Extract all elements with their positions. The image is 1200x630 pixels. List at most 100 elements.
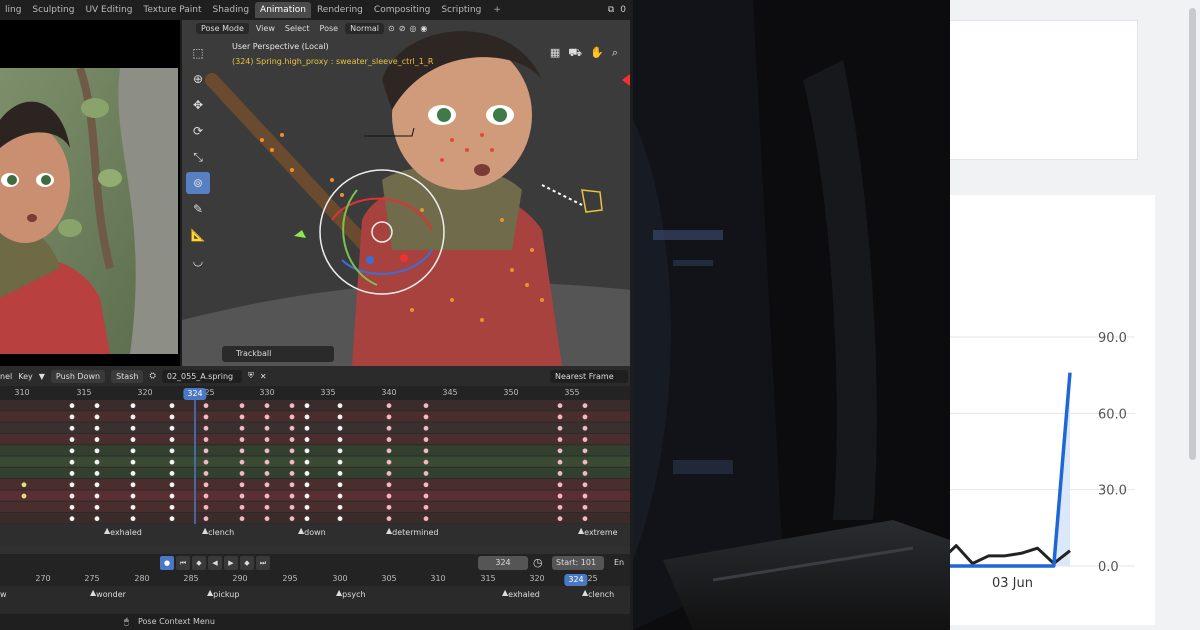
keyframe: [94, 425, 100, 431]
y-tick-label: 30.0: [1098, 484, 1127, 499]
keyframe: [582, 414, 588, 420]
keyframe: [94, 437, 100, 442]
keyframe: [264, 414, 270, 420]
3d-viewport[interactable]: Pose Mode View Select Pose Normal ⊙ ⊘ ◎ …: [180, 20, 630, 366]
record-icon[interactable]: ●: [160, 556, 174, 570]
interaction-mode-dropdown[interactable]: Pose Mode: [196, 22, 249, 34]
marker-exhaled[interactable]: ▲ exhaled: [104, 526, 142, 537]
keyframe: [304, 403, 310, 409]
keyframe: [94, 482, 100, 488]
tab-uv-editing[interactable]: UV Editing: [80, 2, 137, 18]
marker-clench[interactable]: ▲ clench: [582, 588, 614, 599]
scene-icon[interactable]: ⧉: [608, 5, 614, 15]
jump-start-icon[interactable]: ⏮: [176, 556, 190, 570]
zoom-icon[interactable]: ⌕: [612, 46, 618, 61]
rotate-tool-icon[interactable]: ⟳: [186, 120, 210, 142]
scrollbar-thumb[interactable]: [1189, 8, 1196, 460]
current-frame-indicator[interactable]: 324: [183, 388, 207, 400]
tab-layout[interactable]: ling: [0, 2, 26, 18]
tab-scripting[interactable]: Scripting: [436, 2, 486, 18]
timeline-current-frame-indicator[interactable]: 324: [564, 574, 588, 586]
keyframe: [69, 437, 75, 442]
measure-tool-icon[interactable]: 📐: [186, 224, 210, 246]
grid-view-icon[interactable]: ▦: [550, 46, 560, 61]
tab-rendering[interactable]: Rendering: [312, 2, 368, 18]
marker-psych[interactable]: ▲ psych: [336, 588, 366, 599]
viewport-perspective-label: User Perspective (Local): [232, 42, 329, 51]
fake-user-icon[interactable]: ⛨: [248, 371, 254, 381]
prev-key-icon[interactable]: ◆: [192, 556, 206, 570]
scene-name-label[interactable]: 0: [620, 5, 626, 15]
add-workspace-button[interactable]: +: [487, 5, 507, 15]
tab-shading[interactable]: Shading: [207, 2, 254, 18]
marker-determined[interactable]: ▲ determined: [386, 526, 438, 537]
scale-tool-icon[interactable]: ⤡: [186, 146, 210, 168]
viewport-active-object-label: (324) Spring.high_proxy : sweater_sleeve…: [232, 57, 434, 66]
keyframe-tracks[interactable]: [0, 400, 630, 524]
marker-clench[interactable]: ▲ clench: [202, 526, 234, 537]
overlay-icon[interactable]: ◉: [420, 24, 427, 33]
proportional-icon[interactable]: ◎: [409, 24, 416, 33]
filter-dropdown-icon[interactable]: ▼: [39, 372, 45, 381]
marker-label: clench: [588, 590, 615, 599]
current-frame-field[interactable]: 324: [478, 556, 528, 570]
action-browse-icon[interactable]: ⛭: [149, 371, 155, 381]
view-menu[interactable]: View: [253, 24, 278, 33]
tab-sculpting[interactable]: Sculpting: [27, 2, 79, 18]
play-icon[interactable]: ▶: [224, 556, 238, 570]
next-key-icon[interactable]: ◆: [240, 556, 254, 570]
transform-tool-icon[interactable]: ⊚: [186, 172, 210, 194]
keyframe: [304, 471, 310, 476]
select-menu[interactable]: Select: [282, 24, 313, 33]
play-reverse-icon[interactable]: ◀: [208, 556, 222, 570]
tab-compositing[interactable]: Compositing: [369, 2, 435, 18]
action-name-field[interactable]: 02_055_A.spring: [161, 369, 242, 383]
unlink-action-icon[interactable]: ✕: [260, 372, 267, 381]
push-down-button[interactable]: Push Down: [50, 369, 106, 383]
move-tool-icon[interactable]: ✥: [186, 94, 210, 116]
clock-icon[interactable]: ◷: [533, 556, 543, 569]
camera-icon[interactable]: ⛟: [568, 46, 582, 61]
keyframe: [304, 459, 310, 465]
dopesheet-frame-ruler[interactable]: 310 315 320 325 330 335 340 345 350 355 …: [0, 386, 630, 400]
key-menu[interactable]: Key: [18, 372, 33, 381]
marker-pickup[interactable]: ▲ pickup: [207, 588, 239, 599]
tab-texture-paint[interactable]: Texture Paint: [138, 2, 206, 18]
keyframe: [130, 425, 136, 431]
pose-menu[interactable]: Pose: [317, 24, 342, 33]
keyframe: [130, 471, 136, 476]
marker-down[interactable]: ▲ down: [298, 526, 326, 537]
start-frame-field[interactable]: Start: 101: [552, 556, 604, 570]
start-value: 101: [580, 558, 597, 567]
hand-pan-icon[interactable]: ✋: [590, 46, 604, 61]
marker-wonder[interactable]: ▲ wonder: [90, 588, 126, 599]
keyframe: [264, 448, 270, 454]
blender-window: ling Sculpting UV Editing Texture Paint …: [0, 0, 630, 630]
transform-orientation-dropdown[interactable]: Normal: [345, 22, 385, 34]
tab-animation[interactable]: Animation: [255, 2, 311, 18]
cursor-tool-icon[interactable]: ⊕: [186, 68, 210, 90]
marker-extreme[interactable]: ▲ extreme: [578, 526, 618, 537]
marker-label: exhaled: [508, 590, 540, 599]
camera-view[interactable]: [0, 20, 180, 366]
keyframe: [386, 403, 392, 409]
keyframe: [94, 493, 100, 499]
pivot-icon[interactable]: ⊙: [388, 24, 395, 33]
keyframe: [337, 414, 343, 420]
jump-end-icon[interactable]: ⏭: [256, 556, 270, 570]
snap-icon[interactable]: ⊘: [399, 24, 406, 33]
relax-tool-icon[interactable]: ◡: [186, 250, 210, 272]
snap-mode-dropdown[interactable]: Nearest Frame: [550, 369, 628, 383]
select-box-tool-icon[interactable]: ⬚: [186, 42, 210, 64]
marker-exhaled[interactable]: ▲ exhaled: [502, 588, 540, 599]
keyframe: [289, 493, 295, 499]
stash-button[interactable]: Stash: [111, 369, 144, 383]
ruler-tick: 315: [480, 574, 496, 583]
end-frame-field[interactable]: En: [614, 556, 624, 570]
channel-menu[interactable]: nel: [0, 372, 12, 381]
annotate-tool-icon[interactable]: ✎: [186, 198, 210, 220]
timeline-frame-ruler[interactable]: 270 275 280 285 290 295 300 305 310 315 …: [0, 572, 630, 586]
keyframe: [203, 459, 209, 465]
marker-label: determined: [392, 528, 439, 537]
operator-panel-trackball[interactable]: Trackball: [222, 346, 334, 362]
